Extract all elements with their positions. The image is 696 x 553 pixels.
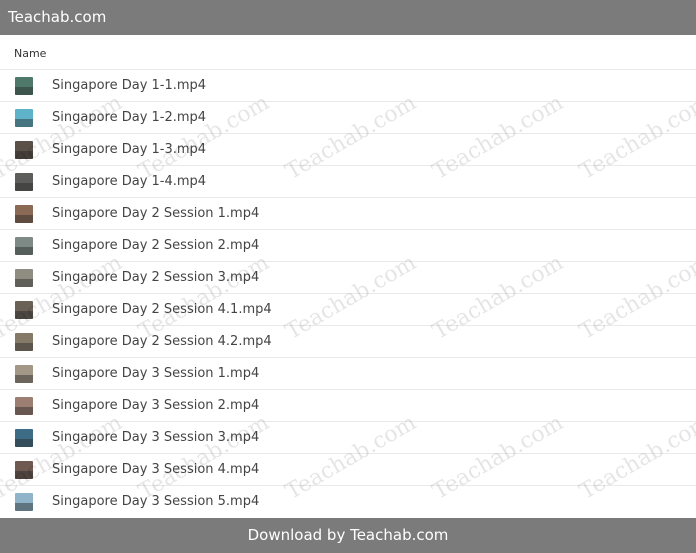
file-name: Singapore Day 3 Session 3.mp4 <box>52 430 260 445</box>
video-thumbnail-icon <box>15 397 33 415</box>
file-name: Singapore Day 3 Session 2.mp4 <box>52 398 260 413</box>
file-row[interactable]: Singapore Day 3 Session 4.mp4 <box>0 454 696 486</box>
file-name: Singapore Day 2 Session 2.mp4 <box>52 238 260 253</box>
video-thumbnail-icon <box>15 493 33 511</box>
file-row[interactable]: Singapore Day 1-1.mp4 <box>0 70 696 102</box>
download-footer[interactable]: Download by Teachab.com <box>0 518 696 553</box>
file-row[interactable]: Singapore Day 2 Session 3.mp4 <box>0 262 696 294</box>
name-column-label: Name <box>14 47 47 60</box>
video-thumbnail-icon <box>15 141 33 159</box>
name-column-header[interactable]: Name <box>0 35 696 70</box>
video-thumbnail-icon <box>15 461 33 479</box>
video-thumbnail-icon <box>15 365 33 383</box>
file-name: Singapore Day 1-2.mp4 <box>52 110 207 125</box>
video-thumbnail-icon <box>15 301 33 319</box>
site-title-bar: Teachab.com <box>0 0 696 35</box>
video-thumbnail-icon <box>15 237 33 255</box>
file-row[interactable]: Singapore Day 3 Session 3.mp4 <box>0 422 696 454</box>
video-thumbnail-icon <box>15 77 33 95</box>
file-name: Singapore Day 2 Session 3.mp4 <box>52 270 260 285</box>
file-row[interactable]: Singapore Day 3 Session 1.mp4 <box>0 358 696 390</box>
file-list: Name Singapore Day 1-1.mp4 Singapore Day … <box>0 35 696 518</box>
file-rows: Singapore Day 1-1.mp4 Singapore Day 1-2.m… <box>0 70 696 518</box>
file-row[interactable]: Singapore Day 2 Session 2.mp4 <box>0 230 696 262</box>
file-name: Singapore Day 3 Session 1.mp4 <box>52 366 260 381</box>
file-name: Singapore Day 2 Session 1.mp4 <box>52 206 260 221</box>
file-row[interactable]: Singapore Day 1-3.mp4 <box>0 134 696 166</box>
file-name: Singapore Day 2 Session 4.2.mp4 <box>52 334 272 349</box>
file-row[interactable]: Singapore Day 2 Session 4.2.mp4 <box>0 326 696 358</box>
video-thumbnail-icon <box>15 173 33 191</box>
file-name: Singapore Day 3 Session 5.mp4 <box>52 494 260 509</box>
file-row[interactable]: Singapore Day 1-4.mp4 <box>0 166 696 198</box>
file-row[interactable]: Singapore Day 3 Session 5.mp4 <box>0 486 696 518</box>
file-row[interactable]: Singapore Day 2 Session 4.1.mp4 <box>0 294 696 326</box>
video-thumbnail-icon <box>15 269 33 287</box>
file-name: Singapore Day 1-1.mp4 <box>52 78 207 93</box>
file-row[interactable]: Singapore Day 2 Session 1.mp4 <box>0 198 696 230</box>
file-name: Singapore Day 1-3.mp4 <box>52 142 207 157</box>
site-title: Teachab.com <box>8 8 107 26</box>
file-name: Singapore Day 1-4.mp4 <box>52 174 207 189</box>
file-row[interactable]: Singapore Day 3 Session 2.mp4 <box>0 390 696 422</box>
video-thumbnail-icon <box>15 109 33 127</box>
video-thumbnail-icon <box>15 333 33 351</box>
file-row[interactable]: Singapore Day 1-2.mp4 <box>0 102 696 134</box>
video-thumbnail-icon <box>15 205 33 223</box>
file-name: Singapore Day 3 Session 4.mp4 <box>52 462 260 477</box>
download-footer-label: Download by Teachab.com <box>247 526 449 544</box>
file-name: Singapore Day 2 Session 4.1.mp4 <box>52 302 272 317</box>
video-thumbnail-icon <box>15 429 33 447</box>
